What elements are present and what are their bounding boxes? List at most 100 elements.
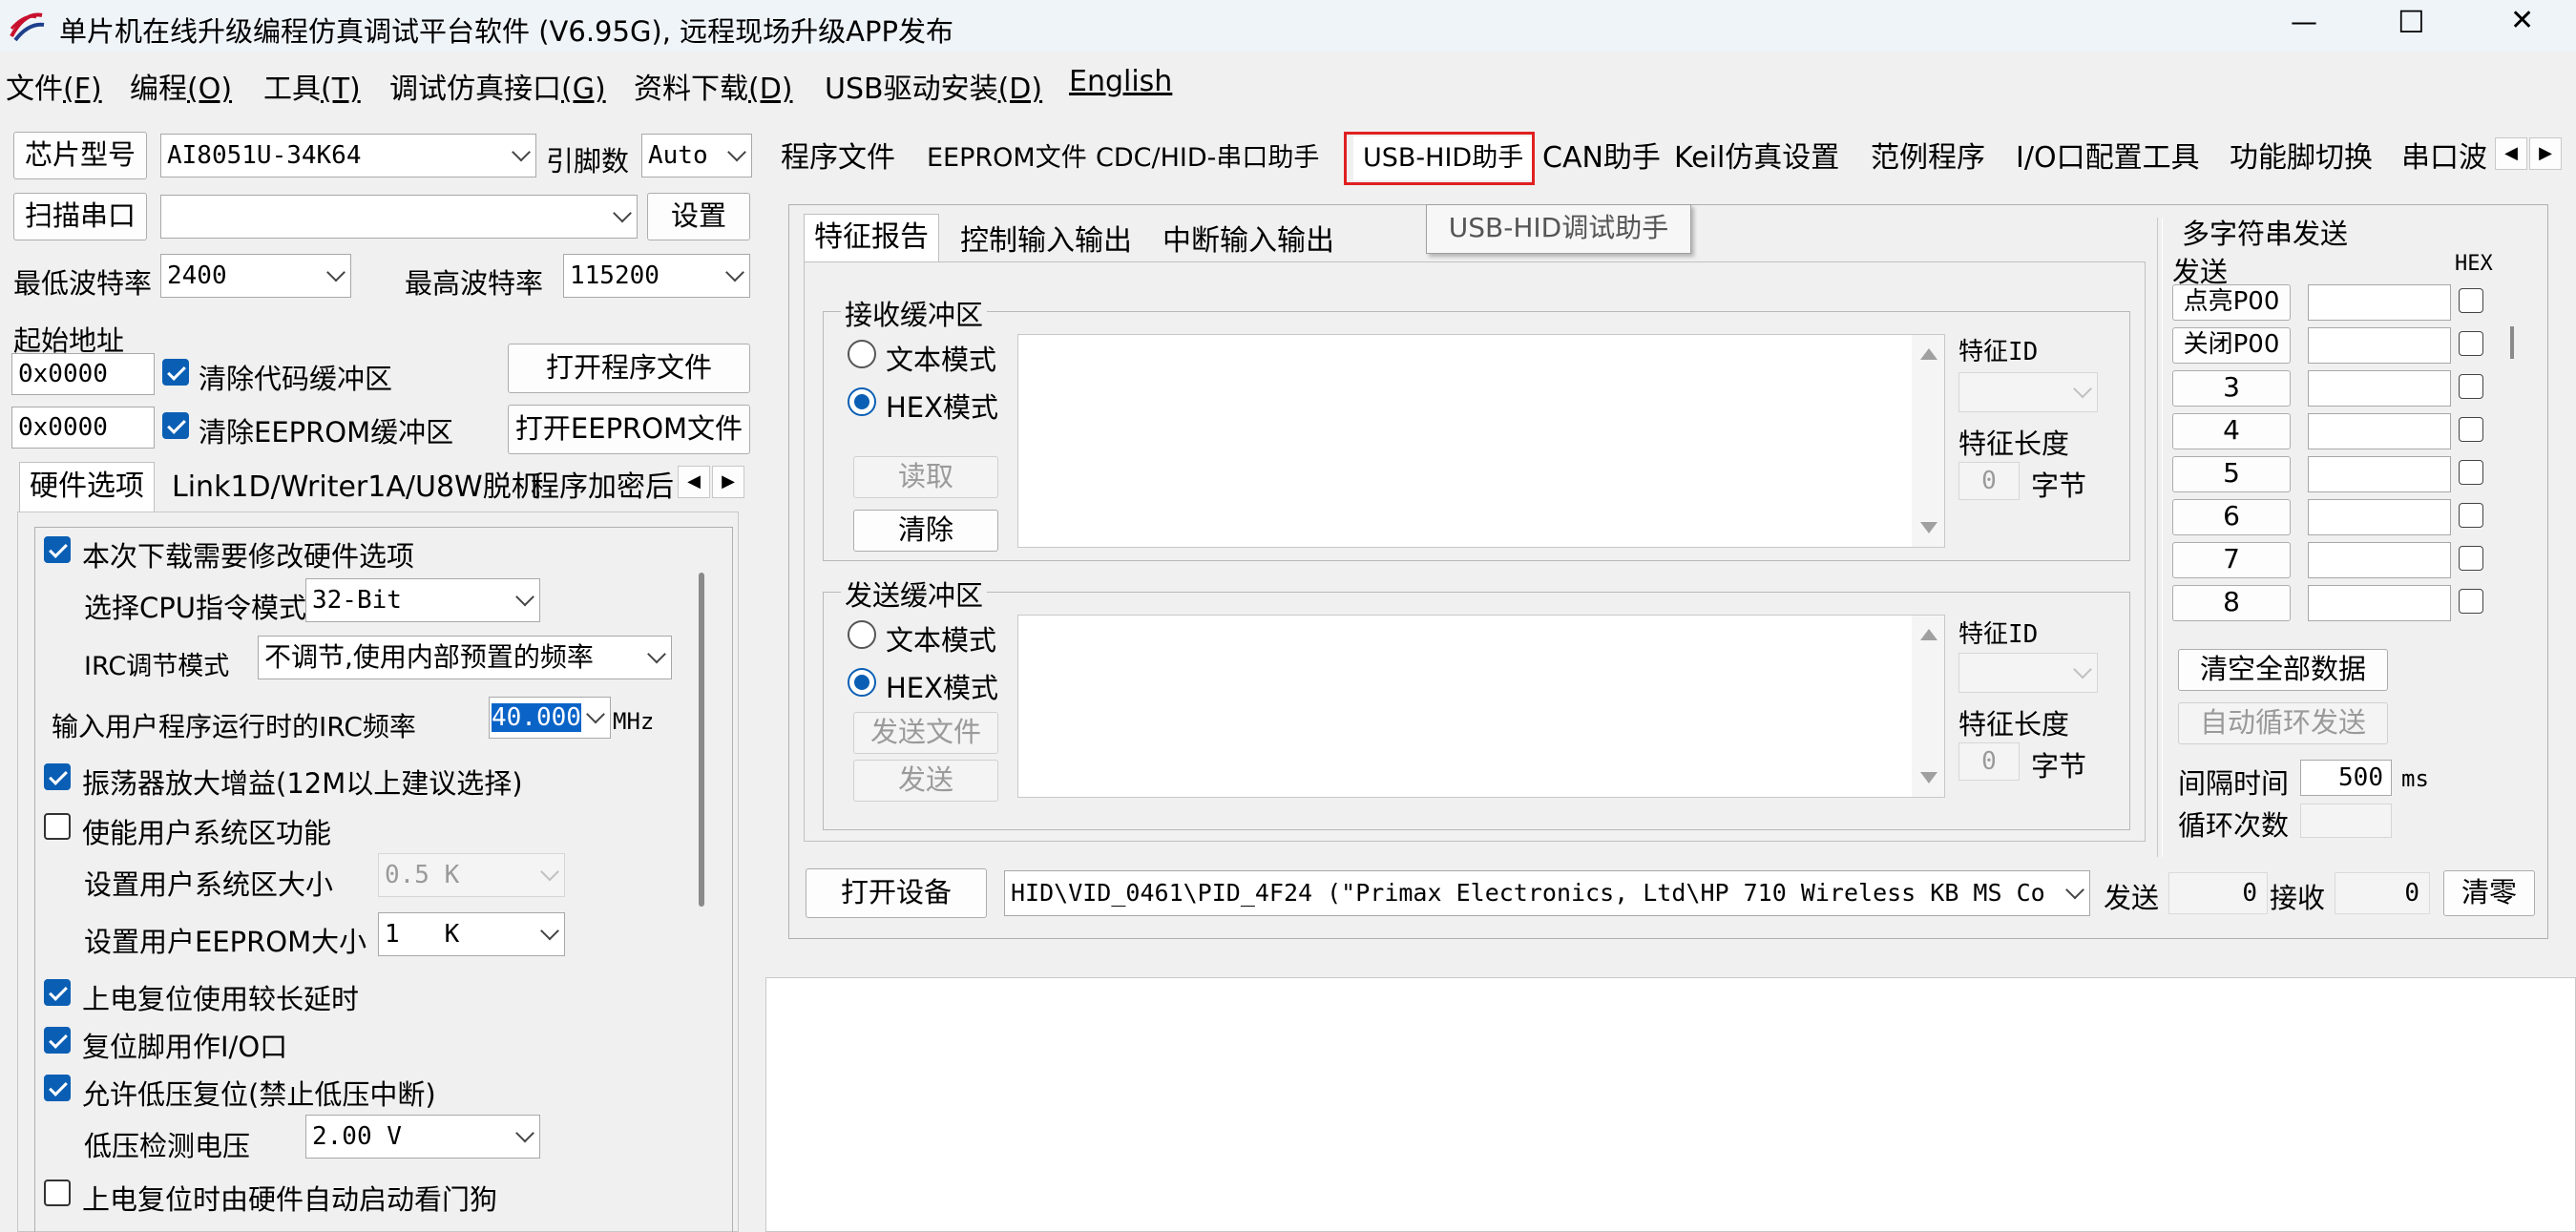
subtab-control-io[interactable]: 控制输入输出 [951, 219, 1141, 263]
multi-send-button[interactable]: 6 [2172, 499, 2291, 535]
send-scrollbar[interactable] [1912, 616, 1944, 797]
maximize-button[interactable]: ☐ [2398, 4, 2425, 40]
receive-scrollbar[interactable] [1912, 335, 1944, 547]
chip-model-button[interactable]: 芯片型号 [13, 132, 147, 179]
scroll-down-icon[interactable] [1920, 772, 1937, 783]
multi-send-button[interactable]: 点亮P00 [2172, 284, 2291, 321]
settings-button[interactable]: 设置 [647, 193, 750, 240]
menu-tools[interactable]: 工具(T) [263, 65, 361, 107]
long-reset-delay-checkbox[interactable] [44, 979, 71, 1006]
tab-io-config[interactable]: I/O口配置工具 [2006, 136, 2209, 180]
recv-hex-mode-radio[interactable] [848, 387, 876, 416]
multi-hex-checkbox[interactable] [2459, 374, 2483, 399]
min-baud-select[interactable]: 2400 [160, 254, 351, 298]
menu-debug[interactable]: 调试仿真接口(G) [389, 65, 606, 107]
scroll-down-icon[interactable] [1920, 522, 1937, 533]
multi-send-button[interactable]: 3 [2172, 370, 2291, 407]
auto-loop-send-button[interactable]: 自动循环发送 [2178, 702, 2388, 744]
clear-code-buffer-checkbox[interactable] [162, 359, 189, 386]
max-baud-select[interactable]: 115200 [563, 254, 750, 298]
tab-program-encrypt[interactable]: 程序加密后 [521, 466, 683, 510]
user-system-area-checkbox[interactable] [44, 813, 71, 840]
close-button[interactable]: ✕ [2510, 4, 2534, 37]
tab-scroll-right-icon[interactable]: ▶ [2529, 137, 2562, 170]
menu-english[interactable]: English [1069, 65, 1172, 98]
eeprom-size-select[interactable]: 1 K [378, 912, 565, 956]
port-select[interactable] [160, 195, 638, 239]
reset-counter-button[interactable]: 清零 [2443, 870, 2535, 916]
menu-file[interactable]: 文件(F) [6, 65, 102, 107]
tab-keil-settings[interactable]: Keil仿真设置 [1665, 136, 1849, 180]
send-text-mode-radio[interactable] [848, 620, 876, 649]
multi-send-button[interactable]: 5 [2172, 456, 2291, 492]
chip-model-select[interactable]: AI8051U-34K64 [160, 134, 536, 177]
multi-send-input[interactable] [2308, 413, 2451, 449]
output-log-area[interactable] [765, 977, 2576, 1232]
minimize-button[interactable]: — [2291, 6, 2317, 37]
multi-hex-checkbox[interactable] [2459, 417, 2483, 442]
menu-usb-driver[interactable]: USB驱动安装(D) [825, 65, 1042, 107]
reset-pin-io-checkbox[interactable] [44, 1027, 71, 1054]
multi-send-input[interactable] [2308, 456, 2451, 492]
pins-select[interactable]: Auto [641, 134, 752, 177]
menu-program[interactable]: 编程(O) [130, 65, 232, 107]
open-program-file-button[interactable]: 打开程序文件 [508, 344, 750, 393]
subtab-interrupt-io[interactable]: 中断输入输出 [1153, 219, 1344, 263]
multi-hex-checkbox[interactable] [2459, 460, 2483, 485]
tab-cdc-hid-serial[interactable]: CDC/HID-串口助手 [1086, 136, 1329, 180]
multi-send-button[interactable]: 关闭P00 [2172, 327, 2291, 364]
clear-button[interactable]: 清除 [853, 510, 998, 552]
multi-send-input[interactable] [2308, 542, 2451, 578]
scrollbar-thumb[interactable] [699, 573, 704, 907]
multi-send-input[interactable] [2308, 284, 2451, 321]
multi-send-button[interactable]: 8 [2172, 585, 2291, 621]
hw-watchdog-checkbox[interactable] [44, 1180, 71, 1206]
multi-send-input[interactable] [2308, 370, 2451, 407]
low-voltage-reset-checkbox[interactable] [44, 1075, 71, 1101]
tab-serial-wave[interactable]: 串口波 [2392, 136, 2503, 180]
send-button[interactable]: 发送 [853, 760, 998, 802]
eeprom-start-address-input[interactable]: 0x0000 [11, 407, 155, 449]
code-start-address-input[interactable]: 0x0000 [11, 353, 155, 395]
clear-all-data-button[interactable]: 清空全部数据 [2178, 649, 2388, 691]
lvd-voltage-select[interactable]: 2.00 V [305, 1115, 540, 1159]
scan-port-button[interactable]: 扫描串口 [13, 193, 147, 240]
clear-eeprom-buffer-checkbox[interactable] [162, 412, 189, 439]
open-device-button[interactable]: 打开设备 [806, 868, 987, 918]
scrollbar-thumb[interactable] [2510, 326, 2514, 359]
scroll-up-icon[interactable] [1920, 629, 1937, 640]
tab-scroll-left-icon[interactable]: ◀ [2495, 137, 2527, 170]
multi-hex-checkbox[interactable] [2459, 503, 2483, 528]
multi-send-input[interactable] [2308, 499, 2451, 535]
send-textarea[interactable] [1017, 615, 1945, 798]
tab-scroll-left-icon[interactable]: ◀ [678, 466, 710, 498]
tab-link1d-offline[interactable]: Link1D/Writer1A/U8W脱机 [162, 466, 550, 510]
tab-eeprom-file[interactable]: EEPROM文件 [917, 136, 1097, 180]
read-button[interactable]: 读取 [853, 456, 998, 498]
multi-send-button[interactable]: 7 [2172, 542, 2291, 578]
irc-frequency-input[interactable]: 40.000 [489, 697, 611, 739]
modify-hw-options-checkbox[interactable] [44, 536, 71, 563]
tab-examples[interactable]: 范例程序 [1861, 136, 1995, 180]
multi-hex-checkbox[interactable] [2459, 288, 2483, 313]
interval-input[interactable]: 500 [2300, 760, 2392, 796]
send-file-button[interactable]: 发送文件 [853, 712, 998, 754]
subtab-feature-report[interactable]: 特征报告 [804, 214, 939, 261]
multi-send-input[interactable] [2308, 585, 2451, 621]
tab-hardware-options[interactable]: 硬件选项 [19, 462, 155, 512]
device-select[interactable]: HID\VID_0461\PID_4F24 ("Primax Electroni… [1004, 870, 2090, 916]
open-eeprom-file-button[interactable]: 打开EEPROM文件 [508, 405, 750, 454]
osc-gain-checkbox[interactable] [44, 763, 71, 790]
menu-download[interactable]: 资料下载(D) [634, 65, 793, 107]
send-hex-mode-radio[interactable] [848, 668, 876, 697]
multi-hex-checkbox[interactable] [2459, 589, 2483, 614]
tab-scroll-right-icon[interactable]: ▶ [712, 466, 744, 498]
scroll-up-icon[interactable] [1920, 348, 1937, 360]
recv-text-mode-radio[interactable] [848, 340, 876, 368]
multi-send-input[interactable] [2308, 327, 2451, 364]
cpu-mode-select[interactable]: 32-Bit [305, 578, 540, 622]
tab-program-file[interactable]: 程序文件 [771, 136, 905, 180]
tab-can[interactable]: CAN助手 [1533, 136, 1670, 180]
multi-hex-checkbox[interactable] [2459, 331, 2483, 356]
multi-send-button[interactable]: 4 [2172, 413, 2291, 449]
